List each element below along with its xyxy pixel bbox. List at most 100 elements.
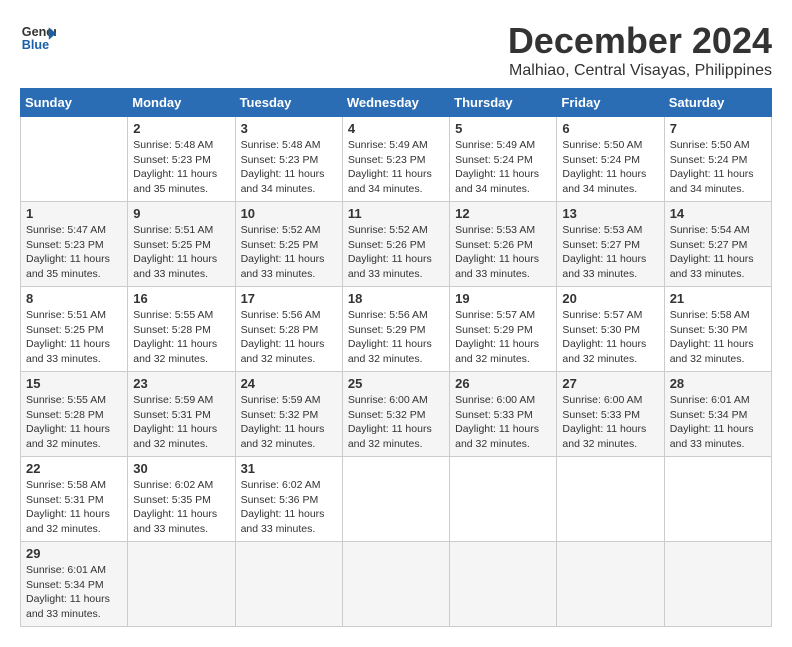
week-row-1: 2 Sunrise: 5:48 AMSunset: 5:23 PMDaylight… xyxy=(21,117,772,202)
day-info: Sunrise: 5:56 AMSunset: 5:28 PMDaylight:… xyxy=(241,308,337,367)
day-number: 9 xyxy=(133,206,229,221)
day-number: 14 xyxy=(670,206,766,221)
calendar-cell: 14 Sunrise: 5:54 AMSunset: 5:27 PMDayligh… xyxy=(664,202,771,287)
calendar-cell: 24Sunrise: 5:59 AMSunset: 5:32 PMDayligh… xyxy=(235,372,342,457)
calendar-cell: 21 Sunrise: 5:58 AMSunset: 5:30 PMDayligh… xyxy=(664,287,771,372)
day-info: Sunrise: 5:53 AMSunset: 5:27 PMDaylight:… xyxy=(562,223,658,282)
day-info: Sunrise: 6:00 AMSunset: 5:33 PMDaylight:… xyxy=(562,393,658,452)
day-number: 22 xyxy=(26,461,122,476)
calendar-cell: 9 Sunrise: 5:51 AMSunset: 5:25 PMDaylight… xyxy=(128,202,235,287)
col-header-friday: Friday xyxy=(557,89,664,117)
day-info: Sunrise: 5:57 AMSunset: 5:30 PMDaylight:… xyxy=(562,308,658,367)
day-info: Sunrise: 6:00 AMSunset: 5:33 PMDaylight:… xyxy=(455,393,551,452)
day-number: 12 xyxy=(455,206,551,221)
day-number: 1 xyxy=(26,206,122,221)
day-info: Sunrise: 5:50 AMSunset: 5:24 PMDaylight:… xyxy=(562,138,658,197)
day-number: 6 xyxy=(562,121,658,136)
col-header-saturday: Saturday xyxy=(664,89,771,117)
day-info: Sunrise: 5:50 AMSunset: 5:24 PMDaylight:… xyxy=(670,138,766,197)
month-title: December 2024 xyxy=(508,20,772,62)
calendar-cell xyxy=(21,117,128,202)
calendar-cell: 25 Sunrise: 6:00 AMSunset: 5:32 PMDayligh… xyxy=(342,372,449,457)
calendar-cell: 8Sunrise: 5:51 AMSunset: 5:25 PMDaylight… xyxy=(21,287,128,372)
header-row: SundayMondayTuesdayWednesdayThursdayFrid… xyxy=(21,89,772,117)
col-header-sunday: Sunday xyxy=(21,89,128,117)
day-number: 11 xyxy=(348,206,444,221)
day-number: 25 xyxy=(348,376,444,391)
calendar-cell xyxy=(128,542,235,627)
calendar-cell: 2 Sunrise: 5:48 AMSunset: 5:23 PMDaylight… xyxy=(128,117,235,202)
day-number: 4 xyxy=(348,121,444,136)
calendar-cell xyxy=(342,542,449,627)
week-row-2: 1 Sunrise: 5:47 AMSunset: 5:23 PMDaylight… xyxy=(21,202,772,287)
day-info: Sunrise: 5:51 AMSunset: 5:25 PMDaylight:… xyxy=(26,308,122,367)
day-info: Sunrise: 5:57 AMSunset: 5:29 PMDaylight:… xyxy=(455,308,551,367)
day-number: 28 xyxy=(670,376,766,391)
calendar-cell: 18 Sunrise: 5:56 AMSunset: 5:29 PMDayligh… xyxy=(342,287,449,372)
day-info: Sunrise: 5:54 AMSunset: 5:27 PMDaylight:… xyxy=(670,223,766,282)
calendar-cell xyxy=(235,542,342,627)
calendar-cell xyxy=(557,457,664,542)
calendar-cell xyxy=(450,457,557,542)
day-info: Sunrise: 6:00 AMSunset: 5:32 PMDaylight:… xyxy=(348,393,444,452)
week-row-4: 15 Sunrise: 5:55 AMSunset: 5:28 PMDayligh… xyxy=(21,372,772,457)
day-info: Sunrise: 6:02 AMSunset: 5:36 PMDaylight:… xyxy=(241,478,337,537)
day-number: 19 xyxy=(455,291,551,306)
day-info: Sunrise: 5:49 AMSunset: 5:23 PMDaylight:… xyxy=(348,138,444,197)
day-info: Sunrise: 5:52 AMSunset: 5:26 PMDaylight:… xyxy=(348,223,444,282)
day-number: 2 xyxy=(133,121,229,136)
calendar-cell: 6 Sunrise: 5:50 AMSunset: 5:24 PMDaylight… xyxy=(557,117,664,202)
svg-text:Blue: Blue xyxy=(22,38,49,52)
week-row-6: 29 Sunrise: 6:01 AMSunset: 5:34 PMDayligh… xyxy=(21,542,772,627)
day-number: 20 xyxy=(562,291,658,306)
calendar-cell xyxy=(557,542,664,627)
calendar-table: SundayMondayTuesdayWednesdayThursdayFrid… xyxy=(20,88,772,627)
title-area: December 2024 Malhiao, Central Visayas, … xyxy=(508,20,772,80)
calendar-cell: 22 Sunrise: 5:58 AMSunset: 5:31 PMDayligh… xyxy=(21,457,128,542)
day-number: 30 xyxy=(133,461,229,476)
logo: General Blue xyxy=(20,20,56,56)
week-row-5: 22 Sunrise: 5:58 AMSunset: 5:31 PMDayligh… xyxy=(21,457,772,542)
calendar-cell xyxy=(664,542,771,627)
calendar-cell: 29 Sunrise: 6:01 AMSunset: 5:34 PMDayligh… xyxy=(21,542,128,627)
day-info: Sunrise: 5:47 AMSunset: 5:23 PMDaylight:… xyxy=(26,223,122,282)
calendar-cell: 13 Sunrise: 5:53 AMSunset: 5:27 PMDayligh… xyxy=(557,202,664,287)
calendar-cell: 28Sunrise: 6:01 AMSunset: 5:34 PMDayligh… xyxy=(664,372,771,457)
calendar-cell: 17 Sunrise: 5:56 AMSunset: 5:28 PMDayligh… xyxy=(235,287,342,372)
col-header-wednesday: Wednesday xyxy=(342,89,449,117)
col-header-monday: Monday xyxy=(128,89,235,117)
calendar-cell xyxy=(664,457,771,542)
calendar-cell: 19 Sunrise: 5:57 AMSunset: 5:29 PMDayligh… xyxy=(450,287,557,372)
day-number: 5 xyxy=(455,121,551,136)
day-number: 26 xyxy=(455,376,551,391)
day-number: 29 xyxy=(26,546,122,561)
calendar-cell: 12Sunrise: 5:53 AMSunset: 5:26 PMDayligh… xyxy=(450,202,557,287)
day-info: Sunrise: 5:51 AMSunset: 5:25 PMDaylight:… xyxy=(133,223,229,282)
calendar-cell: 1 Sunrise: 5:47 AMSunset: 5:23 PMDaylight… xyxy=(21,202,128,287)
day-info: Sunrise: 5:58 AMSunset: 5:31 PMDaylight:… xyxy=(26,478,122,537)
calendar-cell: 23Sunrise: 5:59 AMSunset: 5:31 PMDayligh… xyxy=(128,372,235,457)
day-info: Sunrise: 6:01 AMSunset: 5:34 PMDaylight:… xyxy=(26,563,122,622)
day-info: Sunrise: 5:58 AMSunset: 5:30 PMDaylight:… xyxy=(670,308,766,367)
calendar-cell: 7 Sunrise: 5:50 AMSunset: 5:24 PMDaylight… xyxy=(664,117,771,202)
calendar-cell: 27Sunrise: 6:00 AMSunset: 5:33 PMDayligh… xyxy=(557,372,664,457)
day-number: 18 xyxy=(348,291,444,306)
day-number: 13 xyxy=(562,206,658,221)
calendar-cell: 10Sunrise: 5:52 AMSunset: 5:25 PMDayligh… xyxy=(235,202,342,287)
day-number: 21 xyxy=(670,291,766,306)
day-info: Sunrise: 5:48 AMSunset: 5:23 PMDaylight:… xyxy=(133,138,229,197)
day-info: Sunrise: 6:02 AMSunset: 5:35 PMDaylight:… xyxy=(133,478,229,537)
day-info: Sunrise: 5:48 AMSunset: 5:23 PMDaylight:… xyxy=(241,138,337,197)
day-number: 17 xyxy=(241,291,337,306)
day-number: 16 xyxy=(133,291,229,306)
day-info: Sunrise: 5:55 AMSunset: 5:28 PMDaylight:… xyxy=(26,393,122,452)
day-info: Sunrise: 5:52 AMSunset: 5:25 PMDaylight:… xyxy=(241,223,337,282)
calendar-cell: 3Sunrise: 5:48 AMSunset: 5:23 PMDaylight… xyxy=(235,117,342,202)
calendar-cell xyxy=(450,542,557,627)
day-number: 7 xyxy=(670,121,766,136)
calendar-cell: 26 Sunrise: 6:00 AMSunset: 5:33 PMDayligh… xyxy=(450,372,557,457)
day-number: 15 xyxy=(26,376,122,391)
day-info: Sunrise: 5:59 AMSunset: 5:32 PMDaylight:… xyxy=(241,393,337,452)
calendar-cell: 16Sunrise: 5:55 AMSunset: 5:28 PMDayligh… xyxy=(128,287,235,372)
day-info: Sunrise: 5:56 AMSunset: 5:29 PMDaylight:… xyxy=(348,308,444,367)
